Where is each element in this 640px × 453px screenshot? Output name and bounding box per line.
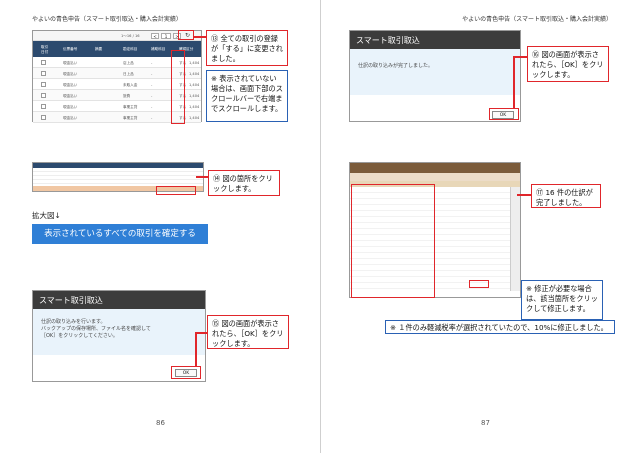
row-checkbox[interactable] — [41, 115, 46, 120]
app-toolbar — [350, 163, 520, 173]
callout-step-15: ⑮ 図の画面が表示されたら、［OK］をクリックします。 — [207, 315, 289, 349]
table-cell: - — [151, 94, 153, 98]
table-cell: 現金払い — [63, 72, 78, 76]
connector-line-15 — [195, 332, 197, 366]
bottom-note: ※ １件のみ軽減税率が選択されていたので、10%に修正しました。 — [385, 320, 615, 334]
amount-cell: 1,404 — [189, 72, 200, 76]
confirm-all-button[interactable]: 表示されているすべての取引を確定する — [32, 224, 208, 244]
table-cell: 未取入金 — [123, 83, 138, 87]
dialog-body-line2: バックアップの保存場所、ファイル名を確認して — [41, 326, 151, 332]
callout-step-16: ⑯ 図の画面が表示されたら、［OK］をクリックします。 — [527, 46, 609, 82]
dialog-title: スマート取引取込 — [33, 291, 205, 309]
table-cell: 事業主貸 — [123, 105, 138, 109]
col-header-number: 伝票番号 — [63, 47, 78, 51]
amount-cell: 1,404 — [189, 61, 200, 65]
ok-highlight — [171, 366, 201, 379]
dialog-body: 仕訳の取り込みが完了しました。 — [350, 49, 520, 95]
table-cell: 店上品 — [123, 61, 134, 65]
col-header-summary: 摘要 — [95, 47, 103, 51]
right-page: やよいの青色申告（スマート取引取込・購入会計実績） スマート取引取込 仕訳の取り… — [320, 0, 640, 453]
table-cell: - — [151, 116, 153, 120]
connector-line-16b — [513, 56, 527, 58]
zoom-label: 拡大図↓ — [32, 211, 61, 220]
journal-rows-highlight — [351, 184, 435, 298]
table-cell: 現金払い — [63, 116, 78, 120]
page-number: 86 — [156, 419, 165, 427]
table-cell: 事業主貸 — [123, 116, 138, 120]
refresh-highlight — [178, 30, 194, 40]
page-number: 87 — [481, 419, 490, 427]
table-cell: - — [151, 61, 153, 65]
callout-note-scroll: ※ 表示されていない場合は、画面下部のスクロールバーで右端までスクロールします。 — [206, 70, 288, 122]
col-header-date: 取引 日付 — [41, 45, 49, 54]
count-highlight — [469, 280, 489, 288]
col-header-sub: 補助科目 — [151, 47, 166, 51]
amount-cell: 1,404 — [189, 116, 200, 120]
strip-rows — [33, 168, 203, 186]
vertical-scrollbar[interactable] — [510, 187, 520, 291]
table-cell: 旅費 — [123, 94, 131, 98]
page-header: やよいの青色申告（スマート取引取込・購入会計実績） — [462, 16, 612, 23]
dialog-body-line1: 仕訳の取り込みを行います。 — [41, 319, 106, 325]
callout-step-14: ⑭ 図の箇所をクリックします。 — [208, 170, 280, 196]
confirm-area-highlight — [156, 186, 196, 195]
table-cell: - — [151, 72, 153, 76]
left-page: やよいの青色申告（スマート取引取込・購入会計実績） 1～16 / 16 < 1 … — [0, 0, 320, 453]
table-cell: 現金払い — [63, 83, 78, 87]
col-header-account: 勘定科目 — [123, 47, 138, 51]
connector-line-16 — [513, 56, 515, 108]
row-checkbox[interactable] — [41, 93, 46, 98]
row-checkbox[interactable] — [41, 71, 46, 76]
table-cell: - — [151, 105, 153, 109]
ok-highlight — [489, 108, 519, 120]
amount-cell: 1,404 — [189, 105, 200, 109]
callout-note-fix: ※ 修正が必要な場合は、該当箇所をクリックして修正します。 — [521, 280, 603, 320]
row-checkbox[interactable] — [41, 82, 46, 87]
pager-text: 1～16 / 16 — [121, 34, 140, 38]
callout-step-13: ⑬ 全ての取引の登録が「する」に変更されました。 — [206, 30, 288, 66]
connector-line-15b — [195, 332, 207, 334]
pager-page-input[interactable]: 1 — [161, 33, 171, 39]
amount-cell: 1,404 — [189, 94, 200, 98]
table-cell: - — [151, 83, 153, 87]
callout-step-17: ⑰ 16 件の仕訳が完了しました。 — [531, 184, 601, 208]
dialog-body-line3: ［OK］をクリックしてください。 — [41, 333, 118, 339]
connector-line-14 — [196, 176, 208, 178]
page-header: やよいの青色申告（スマート取引取込・購入会計実績） — [32, 16, 182, 23]
table-cell: 日上品 — [123, 72, 134, 76]
connector-line-17 — [517, 194, 531, 196]
dialog-title: スマート取引取込 — [350, 31, 520, 49]
connector-line — [194, 36, 206, 38]
dialog-body: 仕訳の取り込みを行います。 バックアップの保存場所、ファイル名を確認して ［OK… — [33, 309, 205, 355]
row-checkbox[interactable] — [41, 60, 46, 65]
row-checkbox[interactable] — [41, 104, 46, 109]
table-cell: 現金払い — [63, 94, 78, 98]
table-cell: 現金払い — [63, 61, 78, 65]
pager-prev-button[interactable]: < — [151, 33, 159, 39]
amount-cell: 1,404 — [189, 83, 200, 87]
table-cell: 現金払い — [63, 105, 78, 109]
status-column-highlight — [171, 50, 185, 124]
app-subbar — [350, 173, 520, 181]
pager-bar: 1～16 / 16 < 1 > ↻ — [33, 31, 201, 41]
